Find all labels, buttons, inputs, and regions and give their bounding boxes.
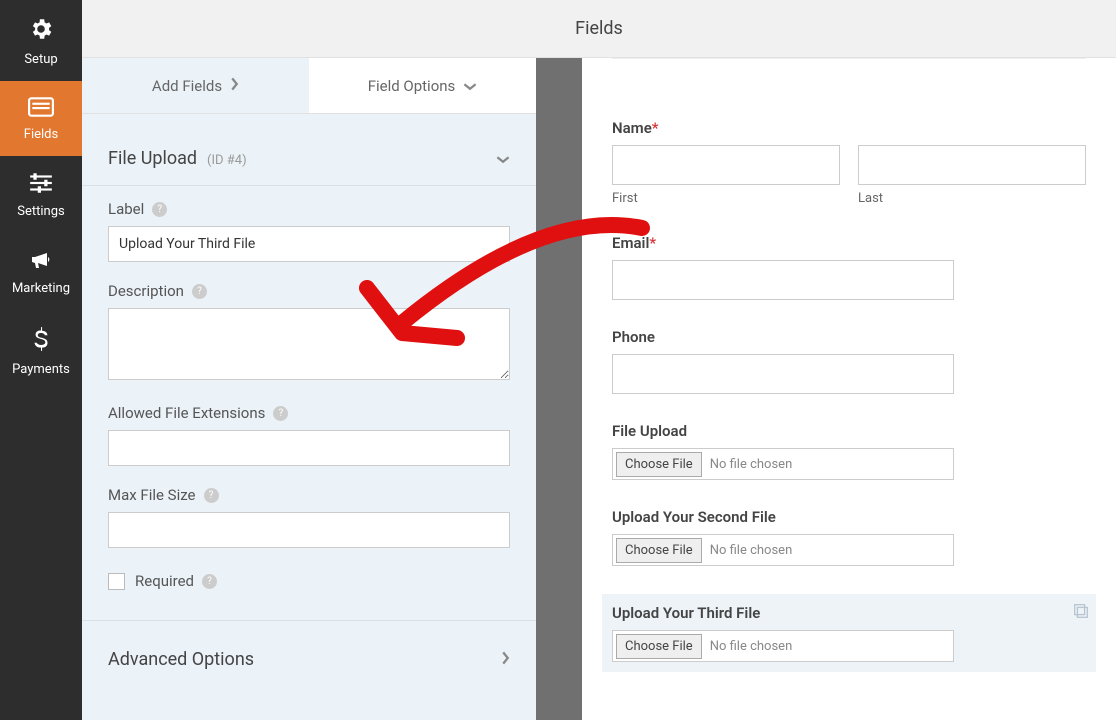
email-label: Email: [612, 234, 649, 252]
tab-add-fields[interactable]: Add Fields: [82, 58, 309, 113]
sidebar-item-setup[interactable]: Setup: [0, 0, 82, 81]
section-title: File Upload: [108, 148, 197, 169]
first-name-input[interactable]: [612, 145, 840, 185]
chevron-down-icon: [496, 149, 510, 168]
extensions-label: Allowed File Extensions: [108, 404, 265, 422]
tab-label: Field Options: [368, 77, 456, 95]
advanced-label: Advanced Options: [108, 649, 254, 670]
file-upload-3-label: Upload Your Third File: [612, 604, 1086, 622]
help-icon[interactable]: ?: [192, 284, 207, 299]
email-input[interactable]: [612, 260, 954, 300]
tab-field-options[interactable]: Field Options: [309, 58, 536, 113]
section-toggle[interactable]: File Upload (ID #4): [82, 130, 536, 186]
editor-scroll[interactable]: File Upload (ID #4) Label ?: [82, 114, 536, 720]
preview-panel: Name* First Last Email*: [582, 58, 1116, 720]
file-upload-2[interactable]: Choose File No file chosen: [612, 534, 954, 566]
sidebar-item-label: Payments: [12, 362, 70, 377]
file-upload-2-label: Upload Your Second File: [612, 508, 1086, 526]
label-input[interactable]: [108, 226, 510, 262]
sidebar-item-label: Setup: [24, 52, 57, 67]
maxsize-input[interactable]: [108, 512, 510, 548]
help-icon[interactable]: ?: [202, 574, 217, 589]
fields-icon: [28, 97, 54, 121]
panel-divider: [536, 58, 582, 720]
no-file-text: No file chosen: [710, 543, 793, 558]
editor-tabs: Add Fields Field Options: [82, 58, 536, 114]
workspace: Add Fields Field Options File: [82, 58, 1116, 720]
chevron-down-icon: [463, 77, 477, 95]
file-upload-3[interactable]: Choose File No file chosen: [612, 630, 954, 662]
help-icon[interactable]: ?: [152, 202, 167, 217]
last-name-input[interactable]: [858, 145, 1086, 185]
advanced-toggle[interactable]: Advanced Options: [82, 620, 536, 696]
phone-label: Phone: [612, 328, 1086, 346]
required-label: Required: [135, 572, 194, 590]
choose-file-button[interactable]: Choose File: [616, 452, 702, 477]
choose-file-button[interactable]: Choose File: [616, 538, 702, 563]
sliders-icon: [28, 172, 54, 198]
maxsize-label: Max File Size: [108, 486, 196, 504]
editor-panel: Add Fields Field Options File: [82, 58, 536, 720]
chevron-right-icon: [230, 77, 239, 95]
sidebar-item-settings[interactable]: Settings: [0, 156, 82, 233]
sidebar: Setup Fields Settings Marketing Payments: [0, 0, 82, 720]
sidebar-item-marketing[interactable]: Marketing: [0, 233, 82, 310]
bullhorn-icon: [28, 249, 54, 275]
first-sublabel: First: [612, 191, 840, 206]
last-sublabel: Last: [858, 191, 1086, 206]
dollar-icon: [32, 326, 50, 356]
required-checkbox[interactable]: [108, 573, 125, 590]
chevron-right-icon: [501, 649, 510, 670]
sidebar-item-label: Marketing: [12, 281, 70, 296]
help-icon[interactable]: ?: [273, 406, 288, 421]
no-file-text: No file chosen: [710, 639, 793, 654]
section-id: (ID #4): [207, 153, 247, 168]
no-file-text: No file chosen: [710, 457, 793, 472]
main: Fields Add Fields Field Options: [82, 0, 1116, 720]
extensions-input[interactable]: [108, 430, 510, 466]
help-icon[interactable]: ?: [204, 488, 219, 503]
phone-input[interactable]: [612, 354, 954, 394]
file-upload-1-label: File Upload: [612, 422, 1086, 440]
gear-icon: [28, 16, 54, 46]
duplicate-icon[interactable]: [1072, 602, 1090, 624]
sidebar-item-label: Fields: [24, 127, 58, 142]
choose-file-button[interactable]: Choose File: [616, 634, 702, 659]
sidebar-item-payments[interactable]: Payments: [0, 310, 82, 391]
tab-label: Add Fields: [152, 77, 222, 95]
description-input[interactable]: [108, 308, 510, 380]
sidebar-item-fields[interactable]: Fields: [0, 81, 82, 156]
name-label: Name: [612, 119, 652, 137]
file-upload-1[interactable]: Choose File No file chosen: [612, 448, 954, 480]
sidebar-item-label: Settings: [17, 204, 64, 219]
label-label: Label: [108, 200, 144, 218]
description-label: Description: [108, 282, 184, 300]
page-title: Fields: [82, 0, 1116, 58]
